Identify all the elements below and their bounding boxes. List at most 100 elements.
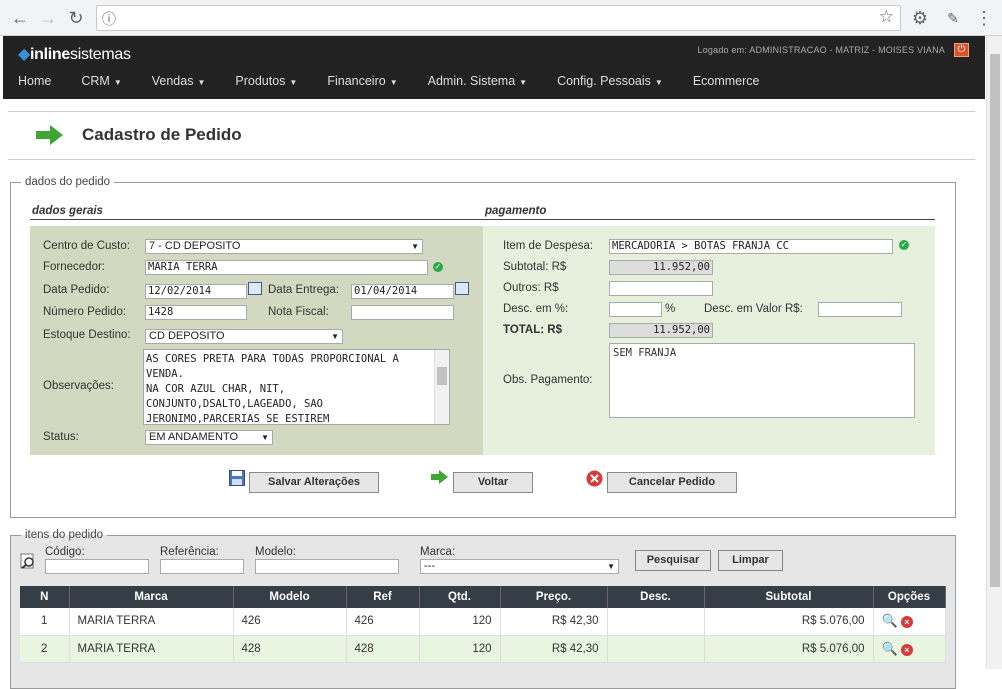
cell-marca: MARIA TERRA bbox=[69, 608, 234, 636]
observacoes-label: Observações: bbox=[43, 380, 114, 392]
order-legend: dados do pedido bbox=[25, 176, 111, 188]
column-header[interactable]: Preço. bbox=[500, 586, 608, 608]
modelo-input[interactable] bbox=[255, 559, 399, 574]
marca-label: Marca: bbox=[420, 546, 456, 558]
items-legend: itens do pedido bbox=[25, 529, 104, 541]
column-header[interactable]: N bbox=[20, 586, 70, 608]
menu-item-vendas[interactable]: Vendas ▼ bbox=[137, 68, 221, 94]
divider bbox=[8, 111, 975, 112]
menu-item-financeiro[interactable]: Financeiro ▼ bbox=[312, 68, 412, 94]
outros-input[interactable] bbox=[609, 281, 713, 296]
page-scrollbar[interactable] bbox=[986, 36, 1002, 669]
app-header: ◆inlinesistemas Logado em: ADMINISTRACAO… bbox=[3, 36, 985, 99]
menu-item-home[interactable]: Home bbox=[3, 68, 66, 94]
cancel-order-button[interactable]: Cancelar Pedido bbox=[607, 472, 737, 493]
save-button[interactable]: Salvar Alterações bbox=[249, 472, 379, 493]
status-label: Status: bbox=[43, 431, 79, 443]
clear-button[interactable]: Limpar bbox=[718, 550, 783, 571]
item-despesa-input[interactable]: MERCADORIA > BOTAS FRANJA CC bbox=[609, 239, 893, 254]
logo[interactable]: ◆inlinesistemas bbox=[18, 44, 131, 64]
search-magnifier-icon bbox=[20, 553, 34, 569]
caret-down-icon: ▼ bbox=[654, 78, 663, 87]
total-input: 11.952,00 bbox=[609, 323, 713, 338]
pct-sign: % bbox=[665, 303, 676, 315]
caret-down-icon: ▼ bbox=[197, 78, 206, 87]
obs-pagamento-textarea[interactable]: SEM FRANJA bbox=[609, 343, 915, 418]
items-table: N Marca Modelo Ref Qtd. Preço. Desc. Sub… bbox=[20, 586, 946, 663]
browser-toolbar: ← → ↻ ⓘ ☆ ⚙ ✎ ⋮ bbox=[0, 0, 1002, 36]
column-header[interactable]: Modelo bbox=[233, 586, 347, 608]
address-bar[interactable]: ⓘ ☆ bbox=[96, 5, 901, 31]
referencia-label: Referência: bbox=[160, 546, 219, 558]
logout-icon[interactable]: ⏻ bbox=[954, 43, 969, 57]
dropdown-arrow-icon: ▼ bbox=[607, 562, 615, 571]
cell-ref: 426 bbox=[346, 608, 420, 636]
dropdown-arrow-icon: ▼ bbox=[331, 332, 339, 341]
table-header-row: N Marca Modelo Ref Qtd. Preço. Desc. Sub… bbox=[20, 586, 946, 608]
info-icon[interactable]: ⓘ bbox=[102, 9, 116, 29]
cell-qtd: 120 bbox=[419, 635, 501, 663]
view-magnifier-icon[interactable]: 🔍 bbox=[882, 613, 898, 628]
search-button[interactable]: Pesquisar bbox=[635, 550, 711, 571]
bookmark-star-icon[interactable]: ☆ bbox=[879, 7, 894, 27]
column-header[interactable]: Desc. bbox=[607, 586, 705, 608]
payment-section-title: pagamento bbox=[485, 205, 547, 217]
referencia-input[interactable] bbox=[160, 559, 244, 574]
nota-fiscal-input[interactable] bbox=[351, 305, 454, 320]
status-select[interactable]: EM ANDAMENTO ▼ bbox=[145, 430, 273, 445]
menu-item-produtos[interactable]: Produtos ▼ bbox=[220, 68, 312, 94]
browser-menu-icon[interactable]: ⋮ bbox=[973, 7, 995, 29]
desc-valor-input[interactable] bbox=[818, 302, 902, 317]
total-label: TOTAL: R$ bbox=[503, 324, 562, 336]
calendar-icon[interactable] bbox=[248, 282, 262, 295]
extension-pen-icon[interactable]: ✎ bbox=[942, 7, 964, 29]
menu-item-admin[interactable]: Admin. Sistema ▼ bbox=[413, 68, 542, 94]
column-header[interactable]: Subtotal bbox=[704, 586, 874, 608]
data-pedido-label: Data Pedido: bbox=[43, 284, 110, 296]
extension-gear-icon[interactable]: ⚙ bbox=[909, 7, 931, 29]
centro-custo-select[interactable]: 7 - CD DEPOSITO ▼ bbox=[145, 239, 423, 254]
forward-icon[interactable]: → bbox=[37, 7, 59, 29]
data-entrega-input[interactable]: 01/04/2014 bbox=[351, 284, 454, 299]
back-button[interactable]: Voltar bbox=[453, 472, 533, 493]
delete-x-icon[interactable]: × bbox=[900, 616, 913, 629]
cell-modelo: 426 bbox=[233, 608, 347, 636]
divider bbox=[483, 219, 935, 220]
divider bbox=[8, 159, 975, 160]
logo-rest: sistemas bbox=[70, 46, 131, 63]
column-header[interactable]: Marca bbox=[69, 586, 234, 608]
table-row[interactable]: 1 MARIA TERRA 426 426 120 R$ 42,30 R$ 5.… bbox=[20, 608, 946, 636]
calendar-icon[interactable] bbox=[455, 282, 469, 295]
dropdown-arrow-icon: ▼ bbox=[261, 433, 269, 442]
menu-item-ecommerce[interactable]: Ecommerce bbox=[678, 68, 775, 94]
menu-item-config[interactable]: Config. Pessoais ▼ bbox=[542, 68, 678, 94]
save-disk-icon[interactable] bbox=[229, 470, 245, 486]
menu-item-crm[interactable]: CRM ▼ bbox=[66, 68, 136, 94]
delete-x-icon[interactable]: × bbox=[900, 643, 913, 656]
estoque-destino-select[interactable]: CD DEPOSITO ▼ bbox=[145, 329, 343, 344]
marca-select[interactable]: --- ▼ bbox=[420, 559, 619, 574]
column-header[interactable]: Qtd. bbox=[419, 586, 501, 608]
fornecedor-input[interactable]: MARIA TERRA bbox=[145, 260, 428, 275]
textarea-scrollbar[interactable] bbox=[434, 350, 449, 424]
column-header[interactable]: Ref bbox=[346, 586, 420, 608]
view-magnifier-icon[interactable]: 🔍 bbox=[882, 641, 898, 656]
cell-desc bbox=[607, 608, 705, 636]
scrollbar-thumb[interactable] bbox=[990, 54, 1000, 587]
table-row[interactable]: 2 MARIA TERRA 428 428 120 R$ 42,30 R$ 5.… bbox=[20, 635, 946, 663]
page-title: Cadastro de Pedido bbox=[82, 125, 242, 144]
back-arrow-icon[interactable] bbox=[431, 470, 449, 484]
data-pedido-input[interactable]: 12/02/2014 bbox=[145, 284, 247, 299]
outros-label: Outros: R$ bbox=[503, 282, 559, 294]
cell-options: 🔍 × bbox=[873, 608, 946, 636]
nota-fiscal-label: Nota Fiscal: bbox=[268, 306, 329, 318]
back-icon[interactable]: ← bbox=[9, 7, 31, 29]
codigo-input[interactable] bbox=[45, 559, 149, 574]
cancel-x-icon[interactable] bbox=[586, 470, 603, 487]
estoque-destino-label: Estoque Destino: bbox=[43, 329, 131, 341]
reload-icon[interactable]: ↻ bbox=[65, 7, 87, 29]
numero-pedido-input[interactable]: 1428 bbox=[145, 305, 247, 320]
desc-pct-input[interactable] bbox=[609, 302, 662, 317]
item-despesa-label: Item de Despesa: bbox=[503, 240, 594, 252]
observacoes-textarea[interactable]: AS CORES PRETA PARA TODAS PROPORCIONAL A… bbox=[143, 349, 450, 425]
